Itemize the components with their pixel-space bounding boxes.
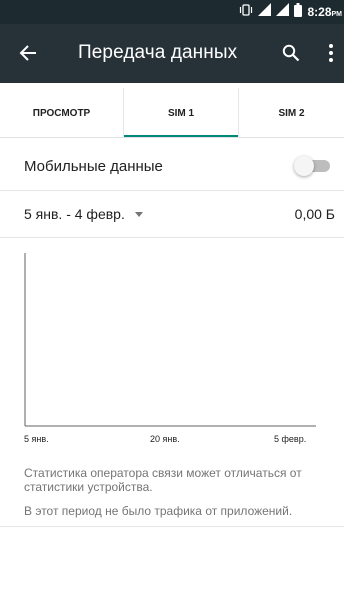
tab-sim2[interactable]: SIM 2: [238, 88, 344, 138]
status-time-suffix: PM: [331, 11, 343, 18]
mobile-data-label: Мобильные данные: [24, 158, 163, 175]
status-bar: 8:28PM: [0, 0, 344, 24]
app-bar: Передача данных: [0, 24, 344, 83]
x-tick-label: 5 февр.: [274, 434, 307, 444]
status-icons: 8:28PM: [239, 0, 342, 24]
tab-indicator: [124, 135, 238, 137]
usage-chart: 5 янв. 20 янв. 5 февр.: [0, 238, 344, 444]
page-title: Передача данных: [78, 42, 238, 63]
period-range: 5 янв. - 4 февр.: [24, 206, 125, 222]
back-arrow-icon[interactable]: [16, 41, 40, 65]
mobile-data-row[interactable]: Мобильные данные: [0, 141, 344, 191]
x-tick-label: 5 янв.: [24, 434, 49, 444]
x-tick-label: 20 янв.: [150, 434, 180, 444]
dropdown-arrow-icon: [134, 211, 143, 217]
status-time: 8:28PM: [307, 5, 342, 19]
signal-icon: [276, 3, 290, 21]
divider: [0, 526, 344, 527]
carrier-disclaimer: Статистика оператора связи может отличат…: [24, 466, 302, 494]
tab-bar: ПРОСМОТР SIM 1 SIM 2: [0, 88, 344, 138]
tab-overview[interactable]: ПРОСМОТР: [0, 88, 124, 138]
more-vert-icon[interactable]: [322, 41, 340, 65]
vibrate-icon: [239, 3, 253, 21]
period-dropdown[interactable]: 5 янв. - 4 февр.: [24, 206, 143, 222]
no-traffic-message: В этот период не было трафика от приложе…: [24, 504, 293, 518]
signal-icon: [258, 3, 272, 21]
period-row: 5 янв. - 4 февр. 0,00 Б: [0, 192, 344, 238]
battery-icon: [294, 2, 303, 22]
mobile-data-switch[interactable]: [294, 156, 330, 176]
switch-thumb: [294, 156, 314, 176]
tab-sim1[interactable]: SIM 1: [124, 88, 238, 138]
chart-axes: [24, 253, 316, 427]
search-icon[interactable]: [280, 42, 302, 64]
period-usage: 0,00 Б: [294, 206, 335, 222]
